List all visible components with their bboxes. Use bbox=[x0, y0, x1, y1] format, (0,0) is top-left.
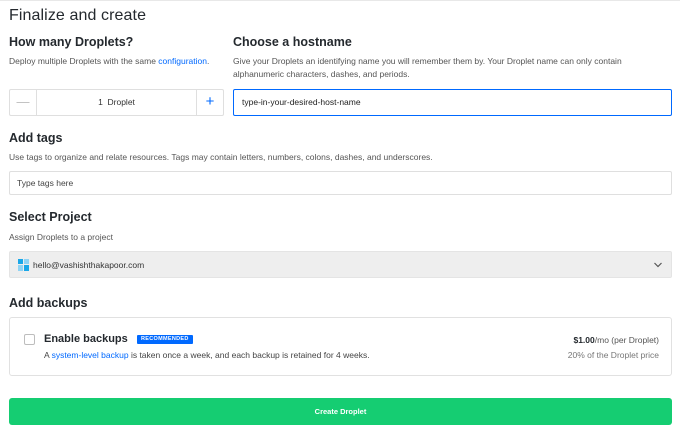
droplets-description-end: . bbox=[206, 56, 210, 66]
droplet-count[interactable]: 1 Droplet bbox=[37, 90, 196, 115]
recommended-badge: RECOMMENDED bbox=[137, 335, 193, 344]
project-select[interactable]: hello@vashishthakapoor.com bbox=[9, 251, 672, 278]
increment-button[interactable]: + bbox=[196, 90, 223, 115]
enable-backups-checkbox[interactable] bbox=[24, 334, 35, 345]
backup-option-title: Enable backups bbox=[44, 333, 128, 345]
project-selected-value: hello@vashishthakapoor.com bbox=[33, 260, 145, 270]
backup-desc-suffix: is taken once a week, and each backup is… bbox=[128, 350, 370, 360]
backup-option-description: A system-level backup is taken once a we… bbox=[44, 350, 370, 360]
droplets-heading: How many Droplets? bbox=[9, 35, 134, 49]
hostname-heading: Choose a hostname bbox=[233, 35, 352, 49]
create-droplet-button[interactable]: Create Droplet bbox=[9, 398, 672, 425]
droplets-description: Deploy multiple Droplets with the same c… bbox=[9, 55, 209, 68]
configuration-link[interactable]: configuration bbox=[158, 56, 207, 66]
project-icon bbox=[18, 259, 29, 271]
tags-heading: Add tags bbox=[9, 131, 63, 145]
system-level-backup-link[interactable]: system-level backup bbox=[52, 350, 129, 360]
backup-desc-prefix: A bbox=[44, 350, 52, 360]
decrement-button[interactable]: — bbox=[10, 90, 37, 115]
hostname-description: Give your Droplets an identifying name y… bbox=[233, 56, 622, 79]
backup-price-note: 20% of the Droplet price bbox=[567, 350, 659, 360]
project-heading: Select Project bbox=[9, 210, 92, 224]
project-description: Assign Droplets to a project bbox=[9, 232, 113, 242]
tags-input[interactable]: Type tags here bbox=[9, 171, 672, 195]
backup-price-unit: /mo (per Droplet) bbox=[594, 335, 659, 345]
chevron-down-icon bbox=[654, 262, 662, 268]
backups-heading: Add backups bbox=[9, 296, 88, 310]
backup-option-card[interactable]: Enable backups RECOMMENDED A system-leve… bbox=[9, 317, 672, 376]
backup-price: $1.00/mo (per Droplet) bbox=[573, 335, 659, 345]
plus-icon: + bbox=[205, 93, 215, 110]
backup-price-amount: $1.00 bbox=[573, 335, 595, 345]
droplets-description-text: Deploy multiple Droplets with the same bbox=[9, 56, 159, 66]
hostname-input[interactable]: type-in-your-desired-host-name bbox=[233, 89, 672, 116]
tags-description: Use tags to organize and relate resource… bbox=[9, 152, 433, 162]
minus-icon: — bbox=[16, 94, 30, 109]
page-title: Finalize and create bbox=[9, 7, 147, 24]
droplet-count-stepper: — 1 Droplet + bbox=[9, 89, 224, 116]
top-divider bbox=[0, 0, 680, 1]
